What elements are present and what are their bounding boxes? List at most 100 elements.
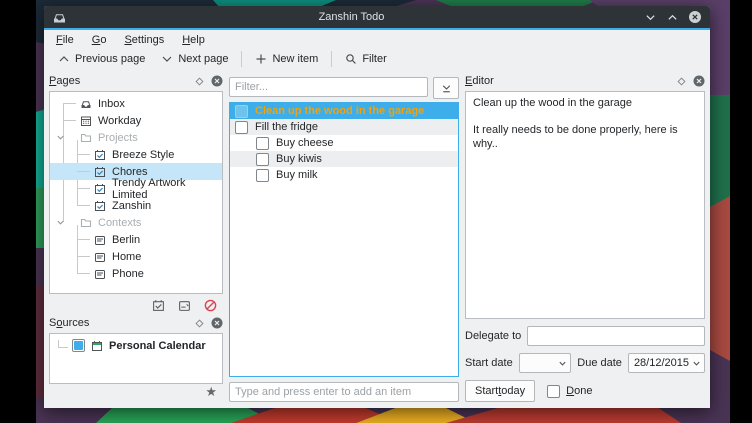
tree-item-home[interactable]: Home — [50, 248, 222, 265]
editor-dock: Editor Clean up the wood in the garage I… — [465, 72, 705, 402]
close-panel-icon[interactable] — [211, 317, 223, 329]
todo-checkbox[interactable] — [256, 169, 269, 182]
tree-item-label: Zanshin — [112, 200, 151, 212]
float-panel-icon[interactable] — [676, 76, 687, 87]
editor-text-area[interactable]: Clean up the wood in the garage It reall… — [465, 91, 705, 319]
tree-item-workday[interactable]: Workday — [50, 112, 222, 129]
calendar-icon — [80, 115, 92, 127]
chevron-up-icon — [58, 53, 70, 65]
tree-item-inbox[interactable]: Inbox — [50, 95, 222, 112]
new-context-button[interactable] — [178, 299, 191, 312]
source-checkbox[interactable] — [72, 339, 85, 352]
float-panel-icon[interactable] — [194, 318, 205, 329]
filter-button[interactable]: Filter — [337, 50, 394, 68]
sources-panel-title: Sources — [49, 317, 188, 329]
toolbar-separator — [241, 51, 242, 67]
todo-checkbox[interactable] — [256, 137, 269, 150]
todo-label: Clean up the wood in the garage — [255, 105, 424, 117]
tree-item-zanshin[interactable]: Zanshin — [50, 197, 222, 214]
window-title: Zanshin Todo — [67, 11, 636, 23]
previous-page-button[interactable]: Previous page — [50, 50, 153, 68]
done-checkbox[interactable] — [547, 385, 560, 398]
source-item-personal-calendar[interactable]: Personal Calendar — [50, 339, 222, 352]
pages-panel-title: Pages — [49, 75, 188, 87]
delegate-row: Delegate to — [465, 326, 705, 346]
wallpaper-triangle — [708, 95, 730, 207]
tree-item-label: Workday — [98, 115, 141, 127]
toolbar: Previous page Next page New item Filter — [44, 48, 710, 70]
titlebar[interactable]: Zanshin Todo — [44, 6, 710, 28]
new-project-button[interactable] — [152, 299, 165, 312]
editor-title-line: Clean up the wood in the garage — [473, 97, 697, 111]
todo-item[interactable]: Buy milk — [230, 167, 458, 183]
task-icon — [94, 200, 106, 212]
new-item-button[interactable]: New item — [247, 50, 326, 68]
calendar-green-icon — [91, 340, 103, 352]
editor-panel-header: Editor — [465, 72, 705, 90]
source-item-label: Personal Calendar — [109, 340, 206, 352]
close-button[interactable] — [687, 10, 702, 25]
tree-item-breeze-style[interactable]: Breeze Style — [50, 146, 222, 163]
expander-chevron-icon[interactable] — [56, 218, 65, 227]
filter-label: Filter — [362, 53, 386, 65]
menu-file[interactable]: File — [50, 33, 80, 47]
start-date-label: Start date — [465, 357, 513, 369]
minimize-button[interactable] — [643, 10, 658, 25]
tree-item-label: Breeze Style — [112, 149, 174, 161]
todo-checkbox[interactable] — [235, 105, 248, 118]
menu-help[interactable]: Help — [176, 33, 211, 47]
quick-add-input[interactable] — [229, 382, 459, 402]
inbox-icon — [80, 98, 92, 110]
pages-panel-header: Pages — [49, 72, 223, 90]
todo-checkbox[interactable] — [235, 121, 248, 134]
tree-item-label: Inbox — [98, 98, 125, 110]
folder-icon — [80, 132, 92, 144]
sources-panel-header: Sources — [49, 314, 223, 332]
todo-item[interactable]: Buy kiwis — [230, 151, 458, 167]
task-icon — [94, 149, 106, 161]
close-panel-icon[interactable] — [693, 75, 705, 87]
float-panel-icon[interactable] — [194, 76, 205, 87]
close-panel-icon[interactable] — [211, 75, 223, 87]
remove-page-button[interactable] — [204, 299, 217, 312]
start-date-combobox[interactable] — [519, 353, 572, 373]
tag-icon — [94, 268, 106, 280]
maximize-button[interactable] — [665, 10, 680, 25]
chevron-down-icon — [692, 359, 701, 368]
filter-options-button[interactable] — [433, 77, 459, 99]
start-today-button[interactable]: Start today — [465, 380, 535, 402]
tree-item-projects[interactable]: Projects — [50, 129, 222, 146]
filter-input[interactable] — [229, 77, 428, 97]
delegate-label: Delegate to — [465, 330, 521, 342]
delegate-input[interactable] — [527, 326, 705, 346]
tree-item-label: Contexts — [98, 217, 141, 229]
tag-icon — [94, 234, 106, 246]
todo-column: Clean up the wood in the garage Fill the… — [229, 72, 459, 402]
tree-item-phone[interactable]: Phone — [50, 265, 222, 282]
menu-go[interactable]: Go — [86, 33, 113, 47]
tree-item-trendy-artwork-limited[interactable]: Trendy Artwork Limited — [50, 180, 222, 197]
editor-body-line: It really needs to be done properly, her… — [473, 124, 697, 152]
search-icon — [345, 53, 357, 65]
due-date-value: 28/12/2015 — [634, 357, 689, 369]
todo-item[interactable]: Buy cheese — [230, 135, 458, 151]
todo-checkbox[interactable] — [256, 153, 269, 166]
next-page-button[interactable]: Next page — [153, 50, 236, 68]
previous-page-label: Previous page — [75, 53, 145, 65]
todo-label: Buy kiwis — [276, 153, 322, 165]
editor-panel-title: Editor — [465, 75, 670, 87]
todo-item[interactable]: Clean up the wood in the garage — [230, 103, 458, 119]
next-page-label: Next page — [178, 53, 228, 65]
sources-list: Personal Calendar — [49, 333, 223, 384]
expander-chevron-icon[interactable] — [56, 133, 65, 142]
todo-item[interactable]: Fill the fridge — [230, 119, 458, 135]
tree-item-label: Berlin — [112, 234, 140, 246]
app-window: Zanshin Todo File Go Settings Help Previ… — [44, 6, 710, 408]
due-date-label: Due date — [577, 357, 622, 369]
desktop: Zanshin Todo File Go Settings Help Previ… — [0, 0, 752, 423]
due-date-combobox[interactable]: 28/12/2015 — [628, 353, 705, 373]
tree-item-berlin[interactable]: Berlin — [50, 231, 222, 248]
menu-settings[interactable]: Settings — [118, 33, 170, 47]
tree-item-contexts[interactable]: Contexts — [50, 214, 222, 231]
default-source-star-icon[interactable]: ★ — [205, 386, 217, 398]
